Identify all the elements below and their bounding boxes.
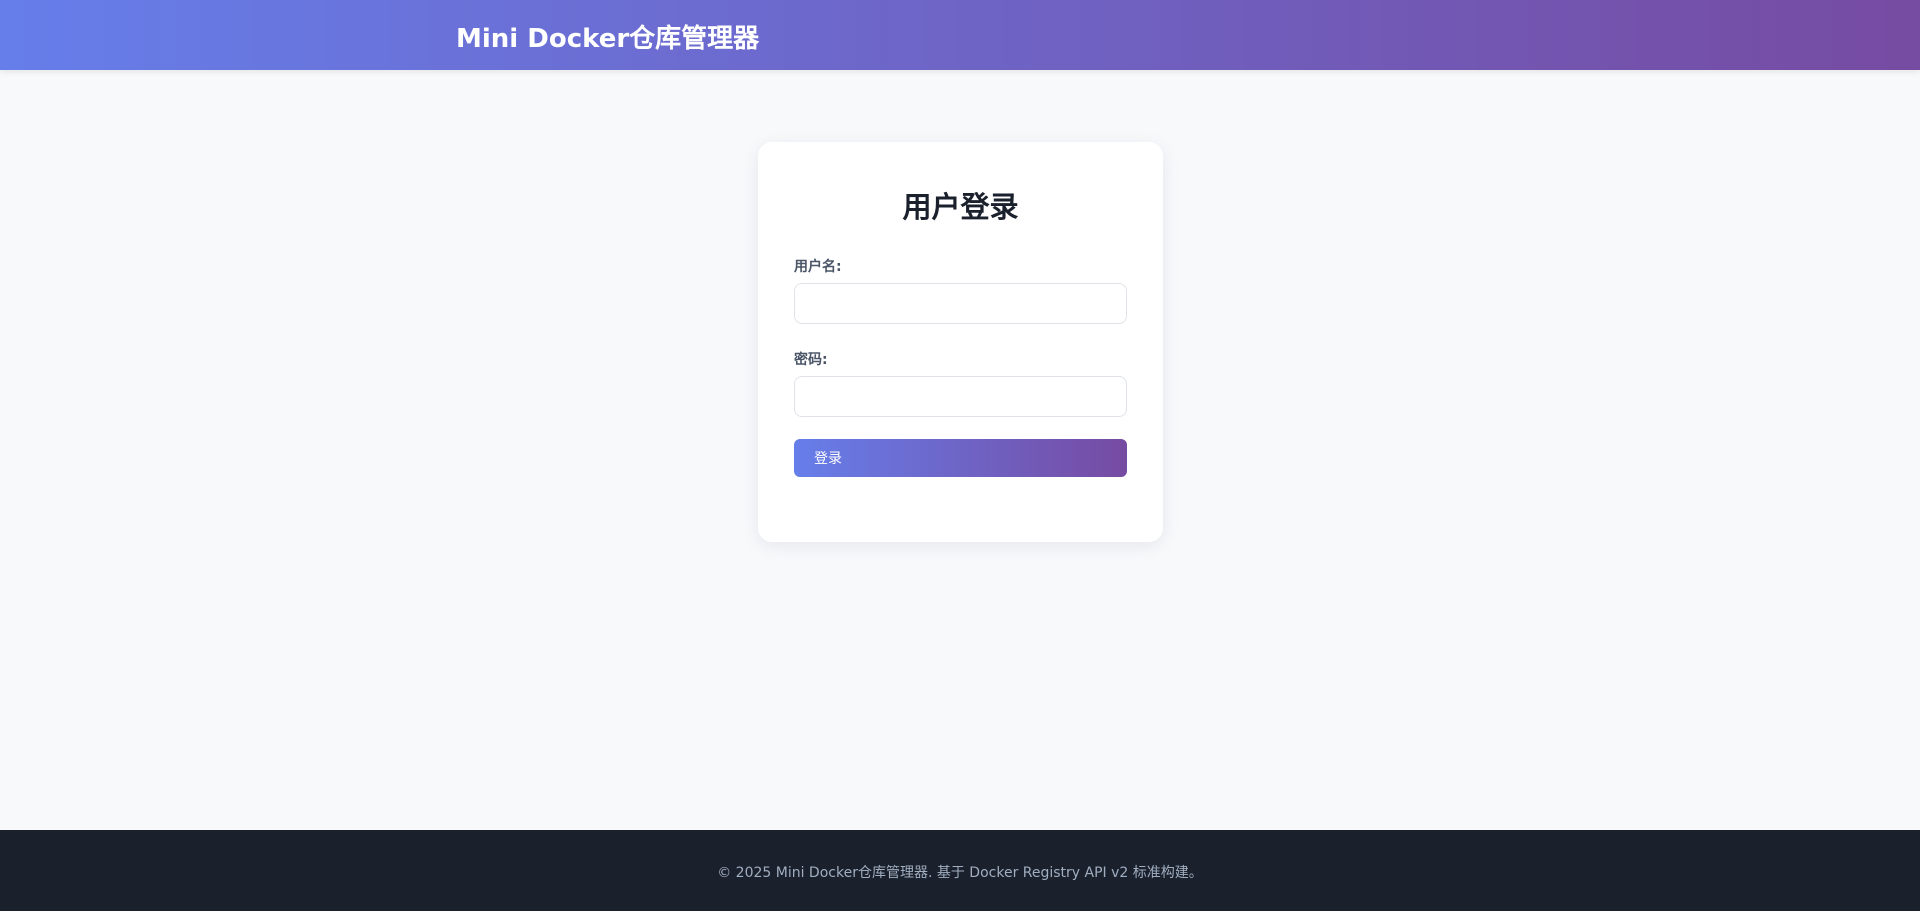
app-header: Mini Docker仓库管理器 xyxy=(0,0,1920,70)
footer-copyright: © 2025 Mini Docker仓库管理器. 基于 Docker Regis… xyxy=(717,865,1203,881)
login-title: 用户登录 xyxy=(902,190,1019,224)
username-input[interactable] xyxy=(794,283,1127,324)
password-input[interactable] xyxy=(794,376,1127,417)
login-card: 用户登录 用户名: 密码: 登录 xyxy=(758,142,1163,542)
app-title[interactable]: Mini Docker仓库管理器 xyxy=(456,18,759,55)
username-label: 用户名: xyxy=(794,259,842,275)
login-button[interactable]: 登录 xyxy=(794,439,1127,477)
password-label: 密码: xyxy=(794,352,828,368)
page-footer: © 2025 Mini Docker仓库管理器. 基于 Docker Regis… xyxy=(0,830,1920,911)
